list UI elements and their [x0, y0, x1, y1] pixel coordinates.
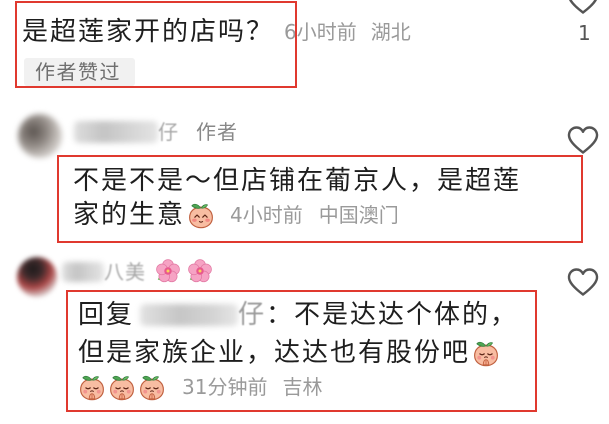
like-heart-icon[interactable]	[566, 267, 600, 297]
like-heart-icon[interactable]	[566, 0, 600, 15]
redacted-username	[62, 262, 104, 282]
annotation-box	[15, 1, 297, 88]
comment-location: 湖北	[370, 20, 411, 44]
username[interactable]: 仔	[158, 119, 179, 145]
author-tag: 作者	[196, 120, 238, 144]
annotation-box	[66, 290, 537, 412]
avatar[interactable]	[17, 257, 57, 297]
username[interactable]: 八美	[104, 259, 146, 285]
avatar[interactable]	[18, 114, 62, 158]
annotation-box	[57, 155, 583, 243]
redacted-username	[74, 121, 158, 143]
hibiscus-icon	[187, 258, 213, 284]
hibiscus-icon	[155, 258, 181, 284]
comment-meta: 6小时前 湖北	[284, 20, 411, 44]
like-count: 1	[578, 21, 591, 45]
like-heart-icon[interactable]	[566, 125, 600, 155]
